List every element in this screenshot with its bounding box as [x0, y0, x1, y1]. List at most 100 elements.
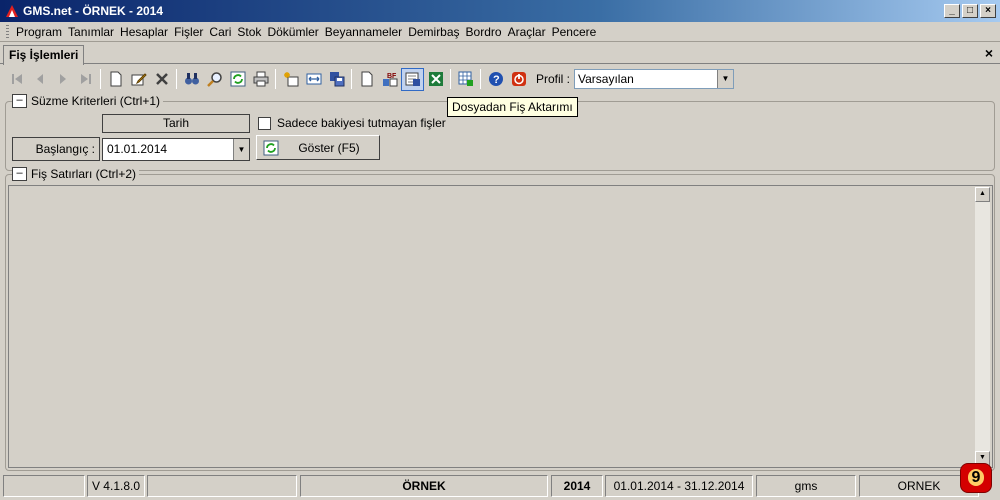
unbalanced-checkbox-label: Sadece bakiyesi tutmayan fişler	[277, 116, 446, 130]
date-column-header[interactable]: Tarih	[102, 114, 250, 133]
refresh-button[interactable]	[226, 68, 249, 91]
help-button[interactable]: ?	[484, 68, 507, 91]
menu-beyannameler[interactable]: Beyannameler	[322, 22, 405, 42]
status-version: V 4.1.8.0	[87, 475, 145, 497]
start-label: Başlangıç :	[12, 137, 100, 161]
first-icon	[11, 74, 22, 84]
lines-group-header: – Fiş Satırları (Ctrl+2)	[12, 167, 140, 181]
last-icon	[80, 74, 91, 84]
tab-strip: Fiş İşlemleri ×	[0, 43, 1000, 65]
show-button[interactable]: Göster (F5)	[256, 135, 380, 160]
menu-demirbas[interactable]: Demirbaş	[405, 22, 462, 42]
last-record-button[interactable]	[74, 68, 97, 91]
unbalanced-checkbox[interactable]	[258, 116, 271, 130]
title-bar: GMS.net - ÖRNEK - 2014 _ □ ×	[0, 0, 1000, 22]
app-logo-icon	[6, 5, 18, 17]
vertical-scrollbar[interactable]: ▲ ▼	[975, 187, 990, 466]
close-window-button[interactable]: ×	[980, 4, 996, 18]
new-button[interactable]	[104, 68, 127, 91]
menu-hesaplar[interactable]: Hesaplar	[117, 22, 171, 42]
maximize-button[interactable]: □	[962, 4, 978, 18]
collapse-filter-button[interactable]: –	[12, 94, 27, 108]
start-date-field[interactable]: 01.01.2014 ▼	[102, 138, 250, 161]
start-date-value: 01.01.2014	[107, 142, 168, 156]
notification-count: 9	[967, 469, 985, 486]
minimize-button[interactable]: _	[944, 4, 960, 18]
next-icon	[59, 74, 66, 84]
tab-close-icon[interactable]: ×	[985, 45, 993, 61]
status-bar: V 4.1.8.0 ÖRNEK 2014 01.01.2014 - 31.12.…	[0, 474, 1000, 500]
grid-export-icon	[458, 71, 473, 86]
refresh-icon	[263, 140, 279, 155]
profile-select[interactable]: Varsayılan ▼	[574, 69, 735, 89]
resize-icon	[306, 73, 321, 85]
menu-araclar[interactable]: Araçlar	[505, 22, 549, 42]
delete-icon	[155, 73, 168, 85]
menu-cari[interactable]: Cari	[206, 22, 234, 42]
menu-stok[interactable]: Stok	[234, 22, 264, 42]
tab-fis-islemleri[interactable]: Fiş İşlemleri	[3, 45, 85, 65]
tooltip: Dosyadan Fiş Aktarımı	[447, 97, 578, 117]
unbalanced-filter[interactable]: Sadece bakiyesi tutmayan fişler	[258, 116, 446, 130]
window-title: GMS.net - ÖRNEK - 2014	[23, 4, 164, 18]
delete-button[interactable]	[150, 68, 173, 91]
profile-value: Varsayılan	[578, 72, 634, 86]
lines-grid[interactable]: ▲ ▼	[8, 185, 993, 468]
search-button[interactable]	[203, 68, 226, 91]
toolbar-separator	[480, 69, 481, 89]
scroll-up-icon[interactable]: ▲	[975, 187, 990, 202]
status-empty-1	[3, 475, 85, 497]
blank-doc-icon	[361, 71, 372, 87]
menu-dokumler[interactable]: Dökümler	[264, 22, 321, 42]
profile-label: Profil :	[536, 72, 571, 86]
status-empty-2	[147, 475, 297, 497]
show-button-label: Göster (F5)	[298, 140, 360, 155]
toolbar-separator	[450, 69, 451, 89]
exit-button[interactable]	[507, 68, 530, 91]
bf-button[interactable]: BF	[378, 68, 401, 91]
collapse-lines-button[interactable]: –	[12, 167, 27, 181]
resize-button[interactable]	[302, 68, 325, 91]
status-period: 01.01.2014 - 31.12.2014	[605, 475, 753, 497]
menu-bordro[interactable]: Bordro	[463, 22, 505, 42]
menu-program[interactable]: Program	[13, 22, 65, 42]
next-record-button[interactable]	[51, 68, 74, 91]
bf-icon: BF	[382, 73, 397, 87]
new-doc-icon	[110, 71, 121, 87]
edit-button[interactable]	[127, 68, 150, 91]
chevron-down-icon[interactable]: ▼	[717, 70, 734, 88]
binoculars-icon	[184, 73, 199, 85]
import-file-button[interactable]	[401, 67, 424, 91]
chevron-down-icon[interactable]: ▼	[233, 139, 249, 160]
toolbar-separator	[351, 69, 352, 89]
filter-group-title: Süzme Kriterleri (Ctrl+1)	[31, 94, 161, 108]
refresh-icon	[230, 71, 245, 87]
first-record-button[interactable]	[5, 68, 28, 91]
menu-fisler[interactable]: Fişler	[171, 22, 206, 42]
power-icon	[511, 72, 526, 86]
edit-icon	[131, 73, 147, 86]
lines-group-title: Fiş Satırları (Ctrl+2)	[31, 167, 137, 181]
save-button[interactable]	[325, 68, 348, 91]
menu-pencere[interactable]: Pencere	[549, 22, 600, 42]
new-item-icon	[283, 72, 298, 87]
menu-tanimlar[interactable]: Tanımlar	[65, 22, 117, 42]
find-button[interactable]	[180, 68, 203, 91]
status-company: ÖRNEK	[300, 475, 548, 497]
grid-export-button[interactable]	[454, 68, 477, 91]
toolbar-separator	[100, 69, 101, 89]
filter-group-header: – Süzme Kriterleri (Ctrl+1)	[12, 94, 164, 108]
notification-badge[interactable]: 9	[960, 463, 992, 493]
blank-doc-button[interactable]	[355, 68, 378, 91]
toolbar-separator	[176, 69, 177, 89]
new-item-button[interactable]	[279, 68, 302, 91]
menu-bar: Program Tanımlar Hesaplar Fişler Cari St…	[0, 22, 1000, 42]
prev-record-button[interactable]	[28, 68, 51, 91]
toolbar: BF ? Profil : Varsayılan ▼	[0, 66, 1000, 92]
import-file-icon	[405, 72, 420, 86]
print-button[interactable]	[249, 68, 272, 91]
print-icon	[253, 71, 268, 87]
excel-button[interactable]	[424, 68, 447, 91]
save-icon	[329, 72, 344, 87]
help-icon: ?	[488, 72, 503, 86]
